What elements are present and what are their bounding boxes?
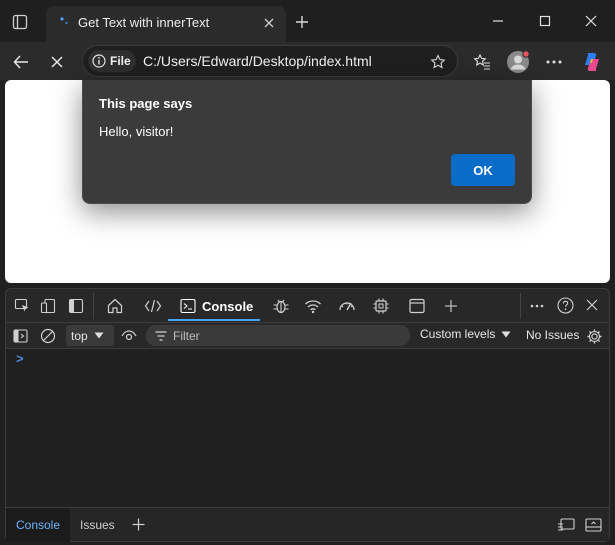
- tab-divider: [93, 293, 94, 319]
- loading-spinner-icon: [56, 14, 72, 30]
- dialog-message: Hello, visitor!: [99, 124, 174, 139]
- console-tab-label: Console: [202, 298, 254, 314]
- memory-chip-icon[interactable]: [370, 296, 392, 316]
- device-emulation-icon[interactable]: [38, 296, 58, 316]
- close-devtools-icon[interactable]: [582, 295, 602, 315]
- active-tab-indicator: [168, 319, 260, 321]
- welcome-home-icon[interactable]: [104, 296, 126, 316]
- console-output[interactable]: >: [6, 349, 609, 507]
- drawer-add-tab-icon[interactable]: [130, 516, 146, 532]
- title-bar: Get Text with innerText: [0, 0, 615, 42]
- site-info-chip[interactable]: File: [88, 50, 136, 72]
- tab-title: Get Text with innerText: [78, 15, 210, 30]
- browser-tab[interactable]: Get Text with innerText: [46, 6, 286, 42]
- favorite-star-icon[interactable]: [429, 53, 447, 71]
- maximize-icon[interactable]: [533, 10, 557, 32]
- drawer-tab-console[interactable]: Console: [6, 508, 70, 542]
- context-selector[interactable]: top: [66, 325, 114, 346]
- customize-more-icon[interactable]: [527, 296, 547, 316]
- copilot-icon[interactable]: [580, 50, 604, 74]
- browser-toolbar: File C:/Users/Edward/Desktop/index.html: [0, 42, 615, 80]
- ok-button[interactable]: OK: [451, 154, 515, 186]
- scheme-label: File: [110, 54, 131, 68]
- console-prompt[interactable]: >: [16, 351, 24, 366]
- address-bar[interactable]: File C:/Users/Edward/Desktop/index.html: [82, 45, 458, 77]
- clear-console-icon[interactable]: [39, 327, 57, 345]
- tab-divider: [520, 293, 521, 319]
- alert-dialog: This page says Hello, visitor! OK: [82, 80, 532, 204]
- stop-loading-icon[interactable]: [46, 51, 68, 73]
- console-icon: [180, 298, 196, 314]
- drawer-toggle-icon[interactable]: [583, 516, 603, 534]
- profile-avatar-icon[interactable]: [505, 49, 531, 75]
- log-levels-label: Custom levels: [420, 327, 496, 341]
- filter-box[interactable]: [146, 325, 410, 346]
- quick-view-dock-icon[interactable]: [556, 516, 576, 534]
- dock-side-icon[interactable]: [66, 296, 86, 316]
- show-sidebar-icon[interactable]: [11, 327, 29, 345]
- dialog-title: This page says: [99, 96, 193, 111]
- log-levels-dropdown[interactable]: Custom levels: [420, 327, 511, 341]
- help-icon[interactable]: [555, 295, 575, 315]
- issues-counter[interactable]: No Issues: [526, 328, 579, 342]
- back-icon[interactable]: [10, 51, 32, 73]
- more-tools-plus-icon[interactable]: [440, 296, 462, 316]
- performance-gauge-icon[interactable]: [336, 296, 358, 316]
- favorites-icon[interactable]: [471, 51, 493, 73]
- console-toolbar: top Custom levels No Issues: [6, 323, 609, 349]
- caret-down-icon: [94, 332, 104, 339]
- sources-bug-icon[interactable]: [270, 296, 292, 316]
- devtools-panel: Console top Filter Custom levels No Issu…: [5, 288, 610, 542]
- more-menu-icon[interactable]: [543, 51, 565, 73]
- minimize-icon[interactable]: [486, 10, 510, 32]
- context-value: top: [71, 328, 88, 343]
- filter-input[interactable]: [173, 328, 393, 343]
- close-window-icon[interactable]: [579, 10, 603, 32]
- devtools-tab-bar: Console: [6, 289, 609, 323]
- new-tab-icon[interactable]: [292, 12, 312, 32]
- filter-icon: [155, 330, 167, 341]
- url-text[interactable]: C:/Users/Edward/Desktop/index.html: [143, 53, 372, 69]
- application-window-icon[interactable]: [406, 296, 428, 316]
- drawer-tab-issues[interactable]: Issues: [80, 518, 115, 532]
- tab-console[interactable]: Console: [168, 290, 260, 322]
- info-icon: [92, 54, 106, 68]
- inspect-element-icon[interactable]: [12, 296, 32, 316]
- devtools-drawer: Console Issues: [6, 507, 609, 542]
- console-settings-gear-icon[interactable]: [584, 326, 604, 346]
- elements-code-icon[interactable]: [142, 296, 164, 316]
- caret-down-icon: [501, 331, 511, 338]
- close-tab-icon[interactable]: [260, 14, 278, 32]
- network-wifi-icon[interactable]: [302, 296, 324, 316]
- tab-actions-icon[interactable]: [10, 12, 30, 32]
- live-expression-eye-icon[interactable]: [120, 327, 138, 345]
